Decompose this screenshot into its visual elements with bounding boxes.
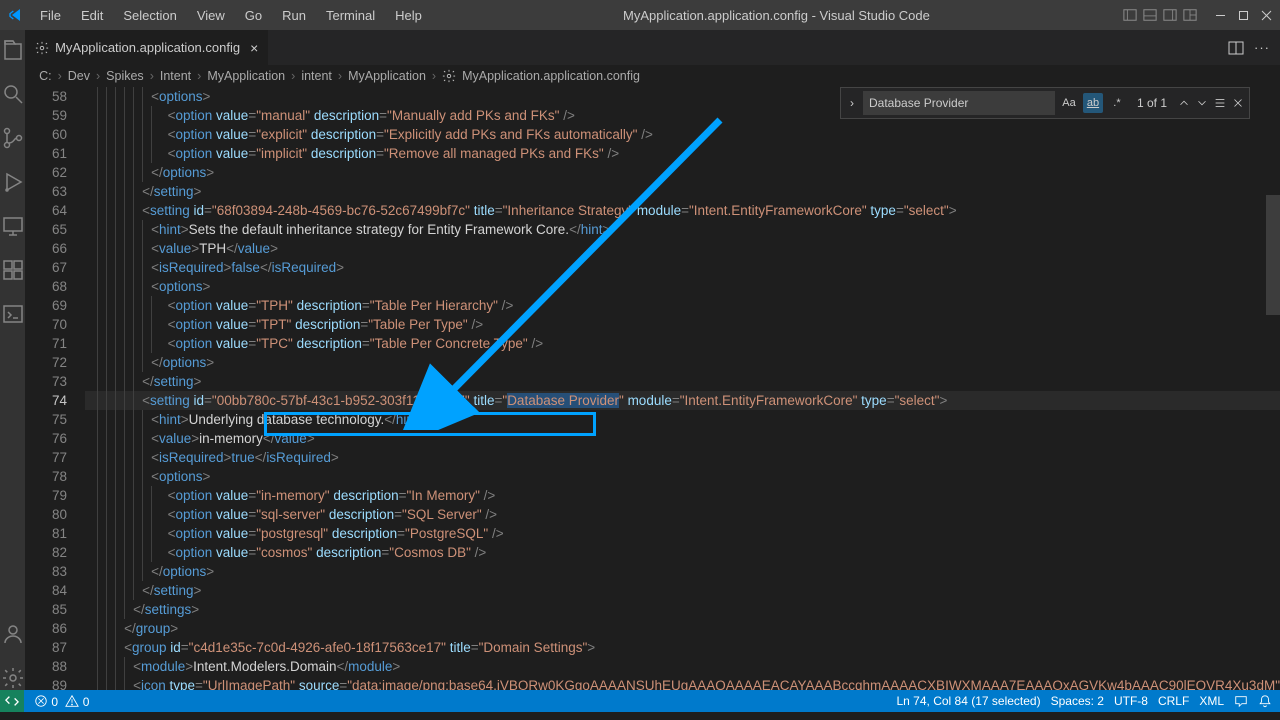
indent-status[interactable]: Spaces: 2: [1051, 694, 1104, 708]
tab-config[interactable]: MyApplication.application.config ×: [25, 30, 269, 65]
main-menu: FileEditSelectionViewGoRunTerminalHelp: [32, 4, 430, 27]
menu-terminal[interactable]: Terminal: [318, 4, 383, 27]
cursor-position[interactable]: Ln 74, Col 84 (17 selected): [897, 694, 1041, 708]
find-result-count: 1 of 1: [1131, 96, 1173, 110]
find-in-selection-icon[interactable]: [1213, 96, 1227, 110]
breadcrumb-segment[interactable]: Dev: [68, 69, 90, 83]
breadcrumb-segment[interactable]: MyApplication.application.config: [462, 69, 640, 83]
close-icon[interactable]: [1231, 96, 1245, 110]
scrollbar-vertical[interactable]: [1266, 125, 1280, 705]
menu-run[interactable]: Run: [274, 4, 314, 27]
editor: MyApplication.application.config × ··· C…: [25, 30, 1280, 690]
encoding-status[interactable]: UTF-8: [1114, 694, 1148, 708]
menu-edit[interactable]: Edit: [73, 4, 111, 27]
next-match-icon[interactable]: [1195, 96, 1209, 110]
breadcrumb-segment[interactable]: MyApplication: [348, 69, 426, 83]
menu-view[interactable]: View: [189, 4, 233, 27]
eol-status[interactable]: CRLF: [1158, 694, 1189, 708]
whole-word-toggle[interactable]: ab: [1083, 93, 1103, 113]
code-content[interactable]: <options> <option value="manual" descrip…: [85, 87, 1280, 690]
close-icon[interactable]: [1261, 10, 1272, 21]
search-icon[interactable]: [1, 82, 25, 106]
breadcrumb-segment[interactable]: intent: [301, 69, 332, 83]
breadcrumb[interactable]: C:›Dev›Spikes›Intent›MyApplication›inten…: [25, 65, 1280, 87]
panel-right-icon[interactable]: [1163, 8, 1177, 22]
split-editor-icon[interactable]: [1228, 40, 1244, 56]
menu-file[interactable]: File: [32, 4, 69, 27]
explorer-icon[interactable]: [1, 38, 25, 62]
line-gutter: 5859606162636465666768697071727374757677…: [25, 87, 85, 690]
find-widget: › Aa ab .* 1 of 1: [840, 87, 1250, 119]
language-status[interactable]: XML: [1199, 694, 1224, 708]
tab-label: MyApplication.application.config: [55, 40, 240, 55]
menu-help[interactable]: Help: [387, 4, 430, 27]
prev-match-icon[interactable]: [1177, 96, 1191, 110]
breadcrumb-segment[interactable]: C:: [39, 69, 52, 83]
breadcrumb-segment[interactable]: Spikes: [106, 69, 144, 83]
layout-icon[interactable]: [1183, 8, 1197, 22]
maximize-icon[interactable]: [1238, 10, 1249, 21]
chevron-right-icon[interactable]: ›: [845, 96, 859, 110]
panel-left-icon[interactable]: [1123, 8, 1137, 22]
window-title: MyApplication.application.config - Visua…: [430, 8, 1123, 23]
terminal-panel-icon[interactable]: [1, 302, 25, 326]
source-control-icon[interactable]: [1, 126, 25, 150]
panel-layout-controls: [1123, 8, 1197, 22]
panel-bottom-icon[interactable]: [1143, 8, 1157, 22]
close-icon[interactable]: ×: [250, 40, 258, 56]
more-actions-icon[interactable]: ···: [1254, 40, 1270, 55]
breadcrumb-segment[interactable]: MyApplication: [207, 69, 285, 83]
gear-icon: [442, 69, 456, 83]
account-icon[interactable]: [1, 622, 25, 646]
regex-toggle[interactable]: .*: [1107, 93, 1127, 113]
menu-selection[interactable]: Selection: [115, 4, 184, 27]
activity-bar: [0, 30, 25, 690]
breadcrumb-segment[interactable]: Intent: [160, 69, 191, 83]
find-input[interactable]: [863, 91, 1055, 115]
feedback-icon[interactable]: [1234, 694, 1248, 708]
menu-go[interactable]: Go: [237, 4, 270, 27]
extensions-icon[interactable]: [1, 258, 25, 282]
run-debug-icon[interactable]: [1, 170, 25, 194]
status-problems[interactable]: 0 0: [34, 694, 89, 709]
vscode-logo-icon: [8, 7, 24, 23]
highlight-box: [264, 412, 596, 436]
scrollbar-thumb[interactable]: [1266, 195, 1280, 315]
gear-icon: [35, 41, 49, 55]
gear-icon[interactable]: [1, 666, 25, 690]
remote-explorer-icon[interactable]: [1, 214, 25, 238]
status-bar: 0 0 Ln 74, Col 84 (17 selected) Spaces: …: [0, 690, 1280, 712]
match-case-toggle[interactable]: Aa: [1059, 93, 1079, 113]
minimize-icon[interactable]: [1215, 10, 1226, 21]
remote-indicator[interactable]: [0, 690, 24, 712]
